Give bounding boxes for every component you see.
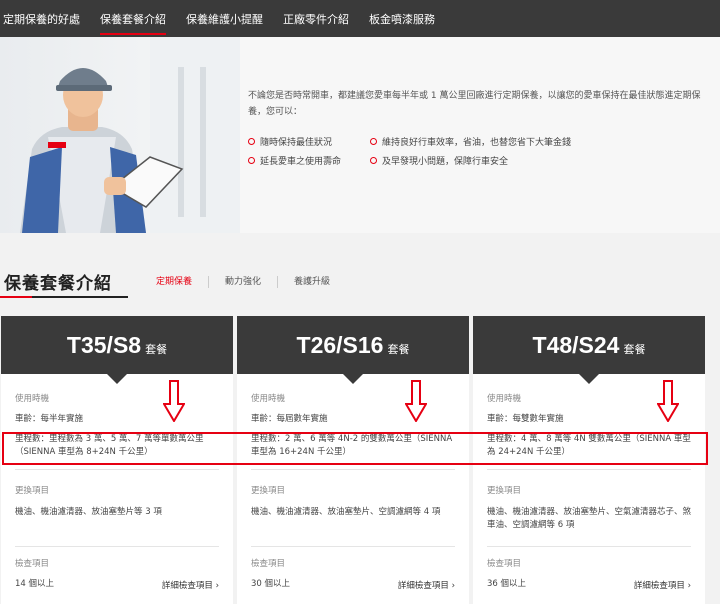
divider <box>251 469 455 470</box>
circle-bullet-icon <box>248 157 255 164</box>
package-tabs: 定期保養 動力強化 養護升級 <box>156 276 346 288</box>
vehicle-age: 車齡：每半年實施 <box>15 414 84 424</box>
divider <box>251 546 455 547</box>
benefit-item: 隨時保持最佳狀況 <box>248 135 370 148</box>
intro-text: 不論您是否時常開車，都建議您愛車每半年或 1 萬公里回廠進行定期保養，以讓您的愛… <box>248 91 701 117</box>
chevron-right-icon: › <box>687 581 691 591</box>
top-nav: 定期保養的好處 保養套餐介紹 保養維護小提醒 正廠零件介紹 板金噴漆服務 <box>0 0 720 37</box>
divider <box>15 469 219 470</box>
replace-label: 更換項目 <box>15 486 50 496</box>
usage-label: 使用時機 <box>487 394 522 404</box>
circle-bullet-icon <box>248 138 255 145</box>
package-suffix: 套餐 <box>623 343 646 356</box>
circle-bullet-icon <box>370 138 377 145</box>
detail-inspection-link[interactable]: 詳細檢查項目 › <box>162 579 219 591</box>
replace-items: 機油、機油濾清器、放油塞墊片等 3 項 <box>15 507 162 517</box>
down-arrow-icon <box>405 380 427 422</box>
down-arrow-icon <box>163 380 185 422</box>
section-header: 保養套餐介紹 定期保養 動力強化 養護升級 <box>0 263 720 303</box>
technician-photo <box>0 37 240 233</box>
detail-inspection-link[interactable]: 詳細檢查項目 › <box>634 579 691 591</box>
benefit-item: 維持良好行車效率，省油，也替您省下大筆金錢 <box>370 135 670 148</box>
tab-power-boost[interactable]: 動力強化 <box>208 276 277 288</box>
benefit-list: 隨時保持最佳狀況 維持良好行車效率，省油，也替您省下大筆金錢 延長愛車之使用壽命… <box>248 135 718 167</box>
section-title: 保養套餐介紹 <box>4 274 112 294</box>
divider <box>15 546 219 547</box>
nav-item-tips[interactable]: 保養維護小提醒 <box>176 0 273 37</box>
package-name: T35/S8 <box>66 331 142 358</box>
chevron-right-icon: › <box>451 581 455 591</box>
replace-label: 更換項目 <box>251 486 286 496</box>
inspect-label: 檢查項目 <box>15 559 50 569</box>
mileage-highlight-box <box>2 432 708 465</box>
down-arrow-icon <box>657 380 679 422</box>
benefit-item: 及早發現小問題，保障行車安全 <box>370 154 670 167</box>
hero-banner: 不論您是否時常開車，都建議您愛車每半年或 1 萬公里回廠進行定期保養，以讓您的愛… <box>0 37 720 233</box>
chevron-right-icon: › <box>215 581 219 591</box>
nav-item-packages[interactable]: 保養套餐介紹 <box>90 0 176 37</box>
divider <box>487 469 691 470</box>
section-underline <box>0 296 128 298</box>
divider <box>487 546 691 547</box>
nav-item-benefits[interactable]: 定期保養的好處 <box>0 0 90 37</box>
inspect-label: 檢查項目 <box>487 559 522 569</box>
detail-inspection-link[interactable]: 詳細檢查項目 › <box>398 579 455 591</box>
tab-regular-maintenance[interactable]: 定期保養 <box>156 276 208 288</box>
benefit-item: 延長愛車之使用壽命 <box>248 154 370 167</box>
package-name: T48/S24 <box>532 331 620 358</box>
package-suffix: 套餐 <box>145 343 168 356</box>
nav-item-parts[interactable]: 正廠零件介紹 <box>273 0 359 37</box>
usage-label: 使用時機 <box>251 394 286 404</box>
replace-items: 機油、機油濾清器、放油塞墊片、空氣濾清器芯子、煞車油、空調濾網等 6 項 <box>487 507 692 530</box>
tab-care-upgrade[interactable]: 養護升級 <box>277 276 346 288</box>
usage-label: 使用時機 <box>15 394 50 404</box>
replace-label: 更換項目 <box>487 486 522 496</box>
replace-items: 機油、機油濾清器、放油塞墊片、空調濾網等 4 項 <box>251 507 441 517</box>
inspect-label: 檢查項目 <box>251 559 286 569</box>
nav-item-bodywork[interactable]: 板金噴漆服務 <box>359 0 445 37</box>
package-suffix: 套餐 <box>387 343 410 356</box>
package-name: T26/S16 <box>296 331 384 358</box>
card-header: T26/S16 套餐 <box>237 316 469 384</box>
card-header: T35/S8 套餐 <box>1 316 233 384</box>
card-header: T48/S24 套餐 <box>473 316 705 384</box>
circle-bullet-icon <box>370 157 377 164</box>
